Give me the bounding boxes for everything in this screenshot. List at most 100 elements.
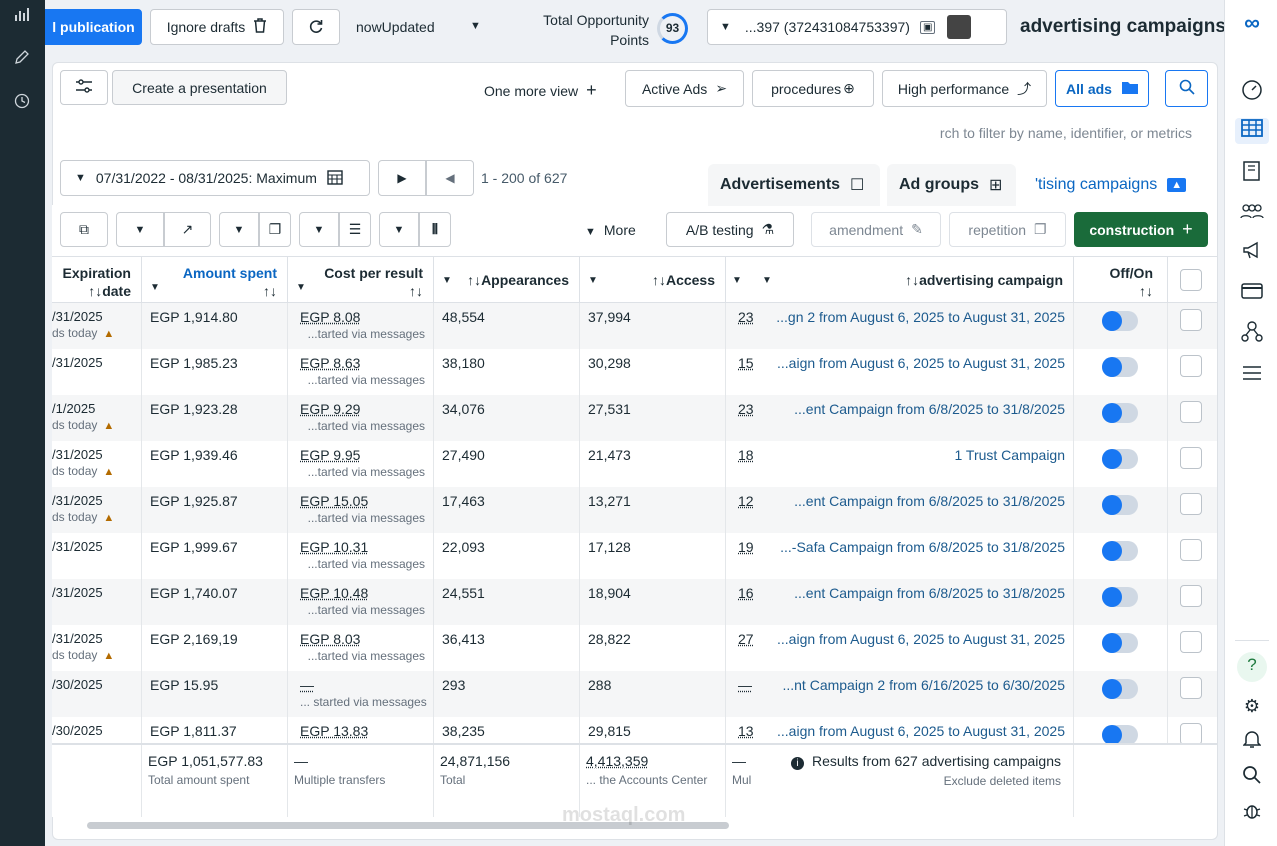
campaign-link[interactable]: ...ent Campaign from 6/8/2025 to 31/8/20… xyxy=(794,585,1065,601)
results-value[interactable]: 19 xyxy=(738,539,754,555)
gear-icon[interactable]: ⚙ xyxy=(1239,693,1265,719)
col-amount-spent[interactable]: Amount spent ↑↓ ▼ xyxy=(142,257,288,303)
cpr-value[interactable]: EGP 10.31 xyxy=(300,539,368,555)
table-row[interactable]: /31/2025 EGP 1,999.67 EGP 10.31 ...tarted v… xyxy=(52,533,1217,579)
search-input[interactable]: rch to filter by name, identifier, or me… xyxy=(60,116,1208,152)
columns-dropdown-button[interactable]: ▼ xyxy=(379,212,419,247)
status-chevron-down-icon[interactable]: ▼ xyxy=(470,20,481,32)
audience-icon[interactable] xyxy=(1239,200,1265,226)
row-checkbox[interactable] xyxy=(1180,723,1202,745)
export-button[interactable]: ↗ xyxy=(164,212,211,247)
campaign-link[interactable]: ...gn 2 from August 6, 2025 to August 31… xyxy=(776,309,1065,325)
results-value[interactable]: 15 xyxy=(738,355,754,371)
row-checkbox[interactable] xyxy=(1180,631,1202,653)
campaign-toggle[interactable] xyxy=(1102,357,1138,377)
export-dropdown-button[interactable]: ▼ xyxy=(116,212,164,247)
active-ads-button[interactable]: Active Ads ➢ xyxy=(625,70,744,107)
high-performance-button[interactable]: High performance ⤴ xyxy=(882,70,1047,107)
procedures-button[interactable]: procedures ⊕ xyxy=(752,70,874,107)
table-row[interactable]: /31/2025 EGP 1,985.23 EGP 8.63 ...tarted vi… xyxy=(52,349,1217,395)
table-view-icon[interactable] xyxy=(1235,118,1269,144)
campaign-toggle[interactable] xyxy=(1102,495,1138,515)
results-value[interactable]: 12 xyxy=(738,493,754,509)
col-expiration[interactable]: Expiration ↑↓date xyxy=(52,257,142,303)
table-row[interactable]: /31/2025 ds today ▲ EGP 1,914.80 EGP 8.08...… xyxy=(52,303,1217,349)
campaign-toggle[interactable] xyxy=(1102,449,1138,469)
bug-icon[interactable] xyxy=(1239,801,1265,827)
filter-settings-button[interactable] xyxy=(60,70,108,105)
cpr-value[interactable]: — xyxy=(300,677,314,693)
table-row[interactable]: /31/2025 ds today ▲ EGP 1,939.46 EGP 9.95...… xyxy=(52,441,1217,487)
more-button[interactable]: ▼ More xyxy=(585,222,636,238)
one-more-view-button[interactable]: One more view + xyxy=(484,80,597,101)
table-row[interactable]: /31/2025 EGP 1,740.07 EGP 10.48 ...tarted v… xyxy=(52,579,1217,625)
cpr-value[interactable]: EGP 9.29 xyxy=(300,401,360,417)
row-checkbox[interactable] xyxy=(1180,677,1202,699)
prev-page-button[interactable]: ◀ xyxy=(426,160,474,196)
create-presentation-button[interactable]: Create a presentation xyxy=(112,70,287,105)
tab-ad-groups[interactable]: Ad groups ⊞ xyxy=(887,164,1016,206)
tab-advertisements[interactable]: Advertisements ☐ xyxy=(708,164,880,206)
results-value[interactable]: 16 xyxy=(738,585,754,601)
campaign-link[interactable]: ...ent Campaign from 6/8/2025 to 31/8/20… xyxy=(794,493,1065,509)
col-campaign[interactable]: ↑↓advertising campaign ▼ ▼ xyxy=(726,257,1074,303)
chart-icon[interactable] xyxy=(12,6,32,26)
reports-dropdown-button[interactable]: ▼ xyxy=(219,212,259,247)
col-access[interactable]: ↑↓Access ▼ xyxy=(580,257,726,303)
cpr-value[interactable]: EGP 10.48 xyxy=(300,585,368,601)
book-icon[interactable] xyxy=(1239,160,1265,186)
cpr-value[interactable]: EGP 13.83 xyxy=(300,723,368,739)
row-checkbox[interactable] xyxy=(1180,401,1202,423)
search-toggle-button[interactable] xyxy=(1165,70,1208,107)
tab-campaigns[interactable]: 'tising campaigns ▲ xyxy=(1023,164,1208,206)
reports-button[interactable]: ❐ xyxy=(259,212,291,247)
col-cost-per-result[interactable]: Cost per result ↑↓ ▼ xyxy=(288,257,434,303)
table-row[interactable]: /31/2025 ds today ▲ EGP 2,169,19 EGP 8.03...… xyxy=(52,625,1217,671)
row-checkbox[interactable] xyxy=(1180,309,1202,331)
results-value[interactable]: 23 xyxy=(738,309,754,325)
help-icon[interactable]: ? xyxy=(1237,652,1267,682)
refresh-button[interactable] xyxy=(292,9,340,45)
publish-button[interactable]: l publication xyxy=(45,9,142,45)
row-checkbox[interactable] xyxy=(1180,493,1202,515)
row-checkbox[interactable] xyxy=(1180,355,1202,377)
next-page-button[interactable]: ▶ xyxy=(378,160,426,196)
select-all-checkbox[interactable] xyxy=(1180,269,1202,291)
table-row[interactable]: /31/2025 ds today ▲ EGP 1,925.87 EGP 15.05..… xyxy=(52,487,1217,533)
campaign-toggle[interactable] xyxy=(1102,725,1138,745)
campaign-link[interactable]: ...aign from August 6, 2025 to August 31… xyxy=(777,631,1065,647)
campaign-link[interactable]: ...-Safa Campaign from 6/8/2025 to 31/8/… xyxy=(780,539,1065,555)
cpr-value[interactable]: EGP 9.95 xyxy=(300,447,360,463)
campaign-link[interactable]: ...ent Campaign from 6/8/2025 to 31/8/20… xyxy=(794,401,1065,417)
construction-button[interactable]: construction + xyxy=(1074,212,1208,247)
col-offon[interactable]: Off/On ↑↓ xyxy=(1074,257,1168,303)
row-checkbox[interactable] xyxy=(1180,539,1202,561)
clock-icon[interactable] xyxy=(12,93,32,113)
results-value[interactable]: 18 xyxy=(738,447,754,463)
results-value[interactable]: — xyxy=(738,677,752,693)
cpr-value[interactable]: EGP 8.08 xyxy=(300,309,360,325)
megaphone-icon[interactable] xyxy=(1239,240,1265,266)
breakdown-button[interactable]: ☰ xyxy=(339,212,371,247)
speedometer-icon[interactable] xyxy=(1239,79,1265,105)
table-row[interactable]: /30/2025 EGP 15.95 — ... started via messag… xyxy=(52,671,1217,717)
amendment-button[interactable]: amendment ✎ xyxy=(811,212,941,247)
all-ads-button[interactable]: All ads xyxy=(1055,70,1149,107)
row-checkbox[interactable] xyxy=(1180,447,1202,469)
campaign-link[interactable]: ...aign from August 6, 2025 to August 31… xyxy=(777,355,1065,371)
campaign-link[interactable]: ...nt Campaign 2 from 6/16/2025 to 6/30/… xyxy=(782,677,1065,693)
table-row[interactable]: /1/2025 ds today ▲ EGP 1,923.28 EGP 9.29 ...t… xyxy=(52,395,1217,441)
campaign-toggle[interactable] xyxy=(1102,541,1138,561)
campaign-link[interactable]: 1 Trust Campaign xyxy=(955,447,1066,463)
bell-icon[interactable] xyxy=(1239,729,1265,755)
network-icon[interactable] xyxy=(1239,320,1265,346)
row-checkbox[interactable] xyxy=(1180,585,1202,607)
account-selector[interactable]: ▼ ...397 (372431084753397) ▣ xyxy=(707,9,1007,45)
cpr-value[interactable]: EGP 8.03 xyxy=(300,631,360,647)
ab-testing-button[interactable]: A/B testing ⚗ xyxy=(666,212,794,247)
credit-card-icon[interactable] xyxy=(1239,280,1265,306)
campaign-toggle[interactable] xyxy=(1102,587,1138,607)
menu-icon[interactable] xyxy=(1239,362,1265,388)
results-value[interactable]: 13 xyxy=(738,723,754,739)
results-value[interactable]: 23 xyxy=(738,401,754,417)
